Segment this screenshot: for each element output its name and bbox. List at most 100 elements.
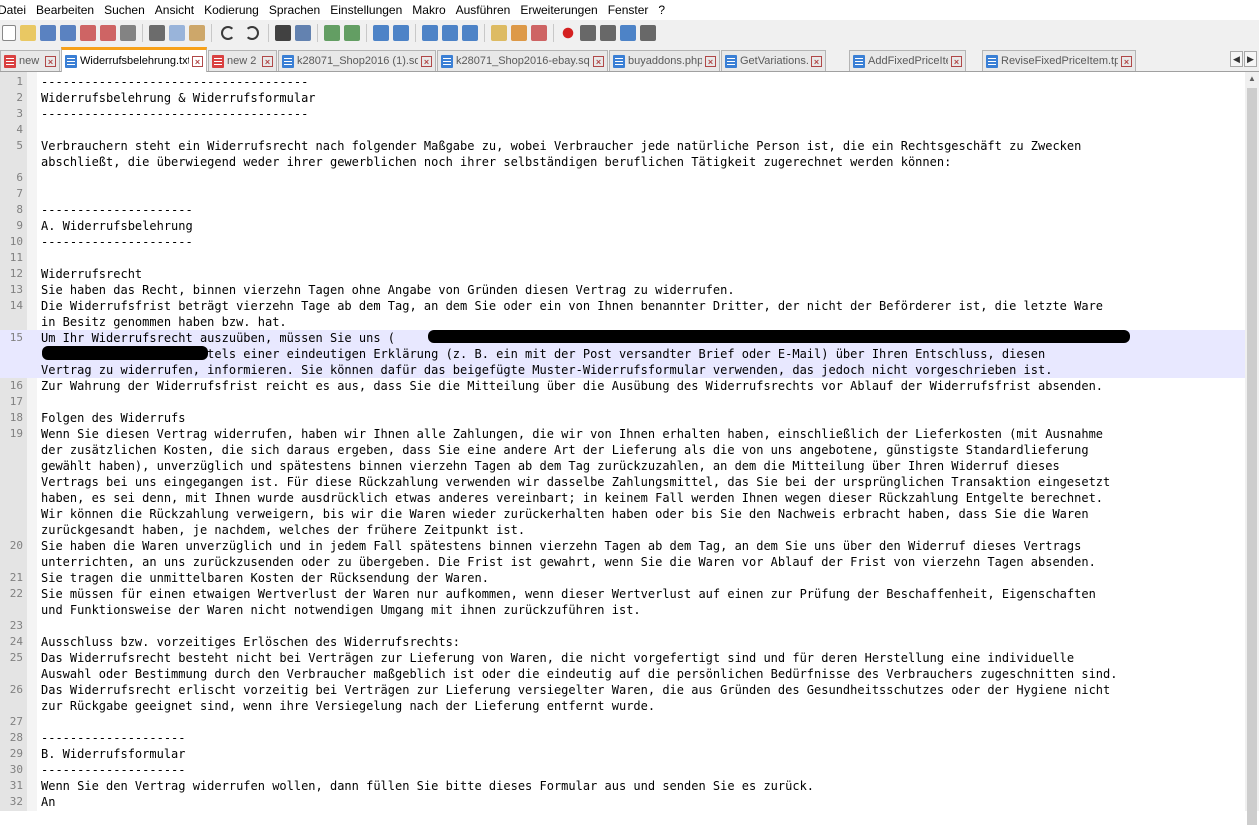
menu-einstellungen[interactable]: Einstellungen bbox=[325, 0, 407, 20]
tab-close-icon[interactable]: × bbox=[705, 55, 716, 67]
editor-line[interactable]: 30 -------------------- bbox=[0, 762, 1245, 778]
editor-line[interactable]: Vertrags bei uns eingegangen ist. Für di… bbox=[0, 474, 1245, 490]
editor-line[interactable]: 23 bbox=[0, 618, 1245, 634]
editor-line[interactable]: und Funktionsweise der Waren nicht notwe… bbox=[0, 602, 1245, 618]
editor-line[interactable]: 25 Das Widerrufsrecht besteht nicht bei V… bbox=[0, 650, 1245, 666]
editor-line[interactable]: 11 bbox=[0, 250, 1245, 266]
editor-line[interactable]: 21 Sie tragen die unmittelbaren Kosten de… bbox=[0, 570, 1245, 586]
redo-icon[interactable] bbox=[245, 26, 259, 40]
scrollbar-thumb[interactable] bbox=[1247, 88, 1257, 825]
vertical-scrollbar[interactable]: ▲ bbox=[1245, 72, 1259, 825]
save-macro-icon[interactable] bbox=[640, 25, 656, 41]
save-icon[interactable] bbox=[40, 25, 56, 41]
editor-line[interactable]: 26 Das Widerrufsrecht erlischt vorzeitig … bbox=[0, 682, 1245, 698]
editor-line[interactable]: 12 Widerrufsrecht bbox=[0, 266, 1245, 282]
editor-line[interactable]: 3 ------------------------------------- bbox=[0, 106, 1245, 122]
run-macro-multiple-icon[interactable] bbox=[620, 25, 636, 41]
tab-widerrufsbelehrung-txt[interactable]: Widerrufsbelehrung.txt × bbox=[61, 47, 207, 72]
menu-sprachen[interactable]: Sprachen bbox=[264, 0, 325, 20]
cut-icon[interactable] bbox=[149, 25, 165, 41]
menu-erweiterungen[interactable]: Erweiterungen bbox=[515, 0, 602, 20]
tab-new-1[interactable]: new 1× bbox=[0, 50, 60, 71]
save-all-icon[interactable] bbox=[60, 25, 76, 41]
tab-scroll-left-icon[interactable]: ◀ bbox=[1230, 51, 1243, 67]
tab-k28071-shop2016-ebay-sql[interactable]: k28071_Shop2016-ebay.sql × bbox=[437, 50, 608, 71]
menu-help[interactable]: ? bbox=[653, 0, 670, 20]
menu-ausführen[interactable]: Ausführen bbox=[451, 0, 516, 20]
undo-icon[interactable] bbox=[221, 26, 235, 40]
tab-getvariations-tpl[interactable]: GetVariations.tpl× bbox=[721, 50, 826, 71]
menu-suchen[interactable]: Suchen bbox=[99, 0, 150, 20]
stop-macro-icon[interactable] bbox=[580, 25, 596, 41]
play-macro-icon[interactable] bbox=[600, 25, 616, 41]
editor-line[interactable]: 22 Sie müssen für einen etwaigen Wertverl… bbox=[0, 586, 1245, 602]
tab-revisefixedpriceitem-tpl[interactable]: ReviseFixedPriceItem.tpl × bbox=[982, 50, 1136, 71]
editor-line[interactable]: Auswahl oder Bestimmung durch den Verbra… bbox=[0, 666, 1245, 682]
tab-buyaddons-php[interactable]: buyaddons.php × bbox=[609, 50, 720, 71]
editor-line[interactable]: 5 Verbrauchern steht ein Widerrufsrecht n… bbox=[0, 138, 1245, 154]
editor-line[interactable]: 8 --------------------- bbox=[0, 202, 1245, 218]
tab-close-icon[interactable]: × bbox=[811, 55, 822, 67]
zoom-in-icon[interactable] bbox=[324, 25, 340, 41]
menu-bearbeiten[interactable]: Bearbeiten bbox=[31, 0, 99, 20]
find-icon[interactable] bbox=[275, 25, 291, 41]
editor-line[interactable]: 18 Folgen des Widerrufs bbox=[0, 410, 1245, 426]
editor-line[interactable]: 27 bbox=[0, 714, 1245, 730]
new-file-icon[interactable] bbox=[2, 25, 16, 41]
menu-datei[interactable]: Datei bbox=[0, 0, 31, 20]
editor-line[interactable]: 2 Widerrufsbelehrung & Widerrufsformular bbox=[0, 90, 1245, 106]
editor-line[interactable]: 17 bbox=[0, 394, 1245, 410]
editor-line[interactable]: abschließt, die überwiegend weder ihrer … bbox=[0, 154, 1245, 170]
zoom-out-icon[interactable] bbox=[344, 25, 360, 41]
editor-line[interactable]: 6 bbox=[0, 170, 1245, 186]
editor-line[interactable]: gewählt haben), unverzüglich und spätest… bbox=[0, 458, 1245, 474]
editor-line[interactable]: 4 bbox=[0, 122, 1245, 138]
tab-close-icon[interactable]: × bbox=[421, 55, 432, 67]
editor-line[interactable]: 10 --------------------- bbox=[0, 234, 1245, 250]
tab-addfixedpriceitem-tpl[interactable]: AddFixedPriceItem.tpl× bbox=[849, 50, 966, 71]
tab-close-icon[interactable]: × bbox=[45, 55, 56, 67]
tab-close-icon[interactable]: × bbox=[593, 55, 604, 67]
sync-vertical-icon[interactable] bbox=[373, 25, 389, 41]
editor-line[interactable]: 13 Sie haben das Recht, binnen vierzehn T… bbox=[0, 282, 1245, 298]
editor-line[interactable]: der zusätzlichen Kosten, die sich daraus… bbox=[0, 442, 1245, 458]
editor-line[interactable]: zur Rückgabe geeignet sind, wenn ihre Ve… bbox=[0, 698, 1245, 714]
tab-close-icon[interactable]: × bbox=[951, 55, 962, 67]
show-all-chars-icon[interactable] bbox=[442, 25, 458, 41]
editor-line[interactable]: 28 -------------------- bbox=[0, 730, 1245, 746]
menu-kodierung[interactable]: Kodierung bbox=[199, 0, 264, 20]
folder-workspace-icon[interactable] bbox=[531, 25, 547, 41]
editor-line[interactable]: Wir können die Rückzahlung verweigern, b… bbox=[0, 506, 1245, 522]
menu-ansicht[interactable]: Ansicht bbox=[150, 0, 199, 20]
tab-scroll-right-icon[interactable]: ▶ bbox=[1244, 51, 1257, 67]
editor-line[interactable]: unterrichten, an uns zurückzusenden oder… bbox=[0, 554, 1245, 570]
copy-icon[interactable] bbox=[169, 25, 185, 41]
menu-fenster[interactable]: Fenster bbox=[603, 0, 654, 20]
menu-makro[interactable]: Makro bbox=[407, 0, 450, 20]
close-icon[interactable] bbox=[80, 25, 96, 41]
close-all-icon[interactable] bbox=[100, 25, 116, 41]
editor-line[interactable]: 9 A. Widerrufsbelehrung bbox=[0, 218, 1245, 234]
record-macro-icon[interactable] bbox=[560, 25, 576, 41]
editor-line[interactable]: 24 Ausschluss bzw. vorzeitiges Erlöschen … bbox=[0, 634, 1245, 650]
editor-line[interactable]: 32 An bbox=[0, 794, 1245, 810]
tab-new-2[interactable]: new 2 × bbox=[208, 50, 277, 71]
editor-line[interactable]: zurückgesandt haben, je nachdem, welches… bbox=[0, 522, 1245, 538]
editor-line[interactable]: 7 bbox=[0, 186, 1245, 202]
editor-line[interactable]: 19 Wenn Sie diesen Vertrag widerrufen, ha… bbox=[0, 426, 1245, 442]
editor-line[interactable]: in Besitz genommen haben bzw. hat. bbox=[0, 314, 1245, 330]
editor-line[interactable]: 29 B. Widerrufsformular bbox=[0, 746, 1245, 762]
word-wrap-icon[interactable] bbox=[422, 25, 438, 41]
scroll-up-icon[interactable]: ▲ bbox=[1247, 74, 1257, 84]
tab-k28071-shop2016-1-sql[interactable]: k28071_Shop2016 (1).sql × bbox=[278, 50, 436, 71]
editor-line[interactable]: 20 Sie haben die Waren unverzüglich und i… bbox=[0, 538, 1245, 554]
tab-close-icon[interactable]: × bbox=[192, 55, 203, 67]
editor-line[interactable]: 14 Die Widerrufsfrist beträgt vierzehn Ta… bbox=[0, 298, 1245, 314]
document-map-icon[interactable] bbox=[491, 25, 507, 41]
replace-icon[interactable] bbox=[295, 25, 311, 41]
editor-line[interactable]: 16 Zur Wahrung der Widerrufsfrist reicht … bbox=[0, 378, 1245, 394]
tab-close-icon[interactable]: × bbox=[262, 55, 273, 67]
tab-close-icon[interactable]: × bbox=[1121, 55, 1132, 67]
sync-horizontal-icon[interactable] bbox=[393, 25, 409, 41]
paste-icon[interactable] bbox=[189, 25, 205, 41]
